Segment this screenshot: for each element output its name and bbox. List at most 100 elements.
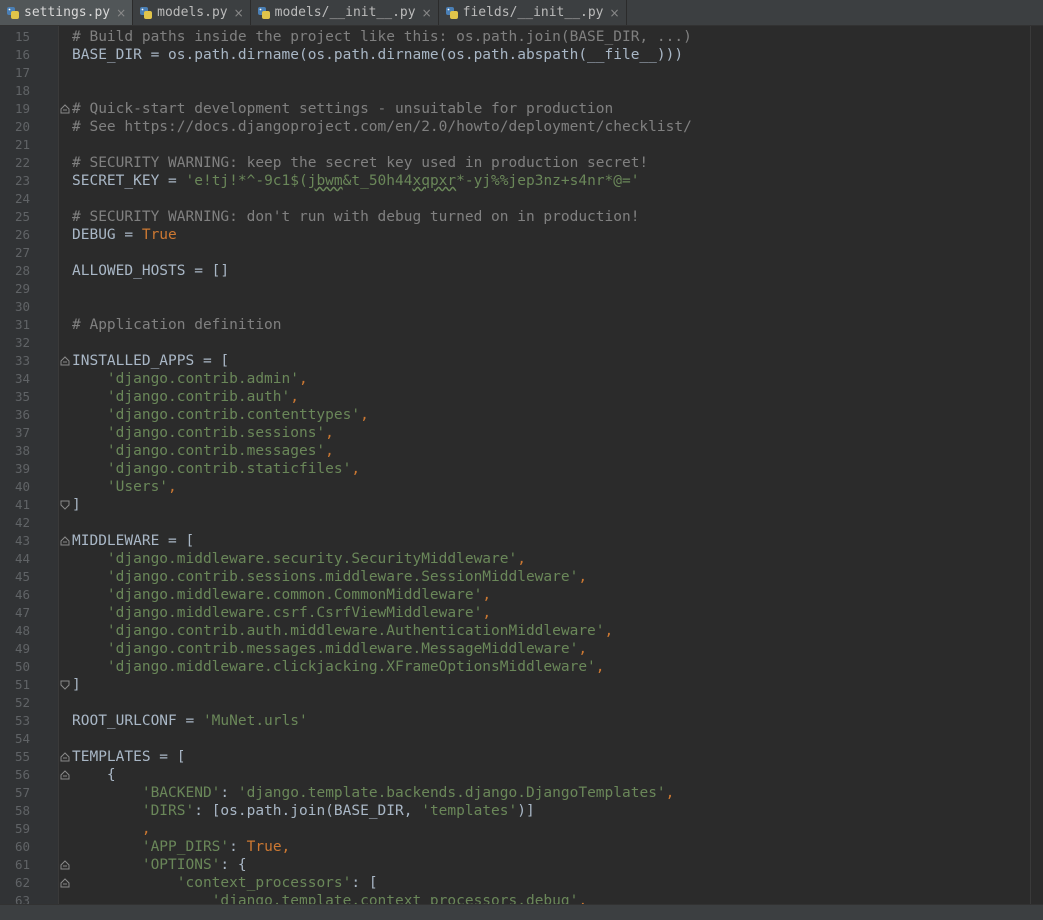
code-line[interactable]: 'django.middleware.clickjacking.XFrameOp… [72,658,605,676]
code-line[interactable]: 'OPTIONS': { [72,856,247,874]
code-line[interactable]: ] [72,496,81,514]
line-number: 59 [14,821,30,836]
line-number: 21 [14,137,30,152]
fold-toggle-icon[interactable] [60,752,70,762]
line-number: 54 [14,731,30,746]
code-line[interactable]: DEBUG = True [72,226,177,244]
code-line[interactable]: # Build paths inside the project like th… [72,28,692,46]
code-line[interactable]: 'django.template.context_processors.debu… [72,892,587,904]
line-number: 30 [14,299,30,314]
code-editor[interactable]: 15 16 17 18 19 20 21 22 23 24 25 26 27 28 29 30 31 32 33 34… [0,26,1043,904]
line-number: 57 [14,785,30,800]
line-number: 55 [14,749,30,764]
fold-toggle-icon[interactable] [60,860,70,870]
fold-toggle-icon[interactable] [60,104,70,114]
code-line[interactable]: 'Users', [72,478,177,496]
line-number: 24 [14,191,30,206]
code-line[interactable]: 'django.contrib.auth', [72,388,299,406]
line-number: 42 [14,515,30,530]
tab-models-py[interactable]: models.py × [133,0,251,25]
line-number: 44 [14,551,30,566]
code-line[interactable]: 'django.middleware.csrf.CsrfViewMiddlewa… [72,604,491,622]
close-tab-icon[interactable]: × [116,6,126,20]
code-line[interactable]: # Application definition [72,316,282,334]
line-number: 20 [14,119,30,134]
line-number: 47 [14,605,30,620]
line-number: 56 [14,767,30,782]
tab-settings-py[interactable]: settings.py × [0,0,134,25]
code-line[interactable]: 'django.contrib.messages', [72,442,334,460]
line-number: 19 [14,101,30,116]
line-number: 53 [14,713,30,728]
code-line[interactable]: MIDDLEWARE = [ [72,532,194,550]
code-line[interactable]: # Quick-start development settings - uns… [72,100,613,118]
code-line[interactable]: , [72,820,151,838]
code-line[interactable]: ] [72,676,81,694]
line-number: 41 [14,497,30,512]
code-line[interactable]: 'django.contrib.sessions', [72,424,334,442]
python-file-icon [140,6,153,19]
code-line[interactable]: 'django.contrib.contenttypes', [72,406,369,424]
fold-toggle-icon[interactable] [60,680,70,690]
line-number: 61 [14,857,30,872]
line-number: 58 [14,803,30,818]
fold-toggle-icon[interactable] [60,536,70,546]
tab-label: settings.py [24,5,111,20]
tab-label: fields/__init__.py [462,5,604,20]
line-number: 17 [14,65,30,80]
line-number: 26 [14,227,30,242]
line-number: 28 [14,263,30,278]
code-line[interactable]: 'django.contrib.messages.middleware.Mess… [72,640,587,658]
code-line[interactable]: 'DIRS': [os.path.join(BASE_DIR, 'templat… [72,802,535,820]
line-number: 29 [14,281,30,296]
tab-fields-init-py[interactable]: fields/__init__.py × [439,0,627,25]
code-line[interactable]: 'django.contrib.staticfiles', [72,460,360,478]
line-number: 39 [14,461,30,476]
close-tab-icon[interactable]: × [610,6,620,20]
horizontal-scrollbar[interactable] [0,904,1043,920]
line-number: 50 [14,659,30,674]
fold-toggle-icon[interactable] [60,770,70,780]
line-number: 62 [14,875,30,890]
line-number: 15 [14,29,30,44]
code-line[interactable]: 'APP_DIRS': True, [72,838,290,856]
line-number: 34 [14,371,30,386]
fold-toggle-icon[interactable] [60,356,70,366]
line-number: 49 [14,641,30,656]
tab-models-init-py[interactable]: models/__init__.py × [251,0,439,25]
code-line[interactable]: 'django.middleware.common.CommonMiddlewa… [72,586,491,604]
line-number: 37 [14,425,30,440]
code-line[interactable]: # SECURITY WARNING: don't run with debug… [72,208,639,226]
line-number: 63 [14,893,30,904]
code-line[interactable]: 'django.middleware.security.SecurityMidd… [72,550,526,568]
line-number: 51 [14,677,30,692]
code-line[interactable]: 'context_processors': [ [72,874,378,892]
code-line[interactable]: TEMPLATES = [ [72,748,186,766]
close-tab-icon[interactable]: × [422,6,432,20]
code-line[interactable]: 'django.contrib.auth.middleware.Authenti… [72,622,613,640]
code-line[interactable]: # SECURITY WARNING: keep the secret key … [72,154,648,172]
line-number: 45 [14,569,30,584]
tab-label: models.py [157,5,228,20]
line-number-gutter: 15 16 17 18 19 20 21 22 23 24 25 26 27 28 29 30 31 32 33 34… [0,26,70,904]
code-line[interactable]: 'BACKEND': 'django.template.backends.dja… [72,784,675,802]
code-line[interactable]: 'django.contrib.admin', [72,370,308,388]
code-line[interactable]: ROOT_URLCONF = 'MuNet.urls' [72,712,308,730]
code-line[interactable]: 'django.contrib.sessions.middleware.Sess… [72,568,587,586]
fold-toggle-icon[interactable] [60,500,70,510]
python-file-icon [7,6,19,19]
line-number: 46 [14,587,30,602]
fold-toggle-icon[interactable] [60,878,70,888]
code-line[interactable]: # See https://docs.djangoproject.com/en/… [72,118,692,136]
code-line[interactable]: { [72,766,116,784]
editor-tab-bar: settings.py × models.py × models/__init__.py… [0,0,1043,26]
line-number: 18 [14,83,30,98]
code-line[interactable]: INSTALLED_APPS = [ [72,352,229,370]
line-number: 35 [14,389,30,404]
line-number: 25 [14,209,30,224]
code-line[interactable]: SECRET_KEY = 'e!tj!*^-9c1$(jbwm&t_50h44x… [72,172,639,190]
close-tab-icon[interactable]: × [234,6,244,20]
code-line[interactable]: BASE_DIR = os.path.dirname(os.path.dirna… [72,46,683,64]
line-number: 33 [14,353,30,368]
code-line[interactable]: ALLOWED_HOSTS = [] [72,262,229,280]
